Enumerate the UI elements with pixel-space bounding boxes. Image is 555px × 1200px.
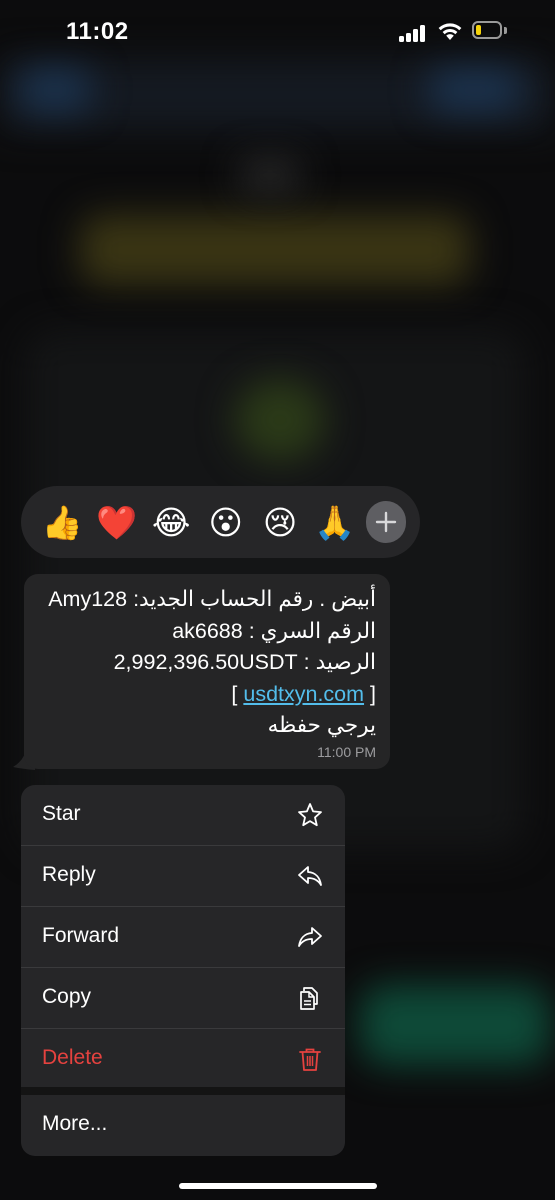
bracket-close: ] <box>364 681 376 706</box>
status-bar: 11:02 <box>0 0 555 66</box>
message-line-link: [ usdtxyn.com ] <box>36 679 376 711</box>
add-reaction-button[interactable] <box>365 501 406 543</box>
reaction-thumbs-up[interactable]: 👍 <box>35 494 89 550</box>
message-line-password: الرقم السري : ak6688 <box>172 618 376 643</box>
menu-item-label: Copy <box>42 985 92 1008</box>
menu-item-label: Delete <box>42 1046 103 1069</box>
message-text: أبيض . رقم الحساب الجديد: Amy128 الرقم ا… <box>36 584 376 742</box>
battery-icon <box>472 21 508 41</box>
reply-icon <box>298 866 322 886</box>
trash-icon <box>299 1048 321 1071</box>
status-time: 11:02 <box>66 18 129 45</box>
menu-item-copy[interactable]: Copy <box>21 968 345 1028</box>
menu-item-label: Forward <box>42 924 120 947</box>
message-line-note: يرجي حفظه <box>267 713 376 737</box>
forward-icon <box>298 927 322 947</box>
reaction-heart[interactable]: ❤️ <box>89 494 143 550</box>
message-line-account: أبيض . رقم الحساب الجديد: Amy128 <box>48 587 376 611</box>
menu-item-forward[interactable]: Forward <box>21 907 345 967</box>
message-context-menu: Star Reply Forward Copy Delete More... <box>21 785 345 1156</box>
menu-item-delete[interactable]: Delete <box>21 1029 345 1089</box>
menu-item-label: Reply <box>42 863 96 886</box>
reaction-praying-hands[interactable]: 🙏 <box>307 494 361 550</box>
message-timestamp: 11:00 PM <box>317 744 376 760</box>
bracket-open: [ <box>231 681 244 706</box>
copy-icon <box>300 987 318 1010</box>
message-line-balance: الرصيد : 2,992,396.50USDT <box>113 650 376 674</box>
menu-item-label: Star <box>42 802 81 825</box>
message-link[interactable]: usdtxyn.com <box>243 682 364 706</box>
menu-section-gap <box>21 1087 345 1095</box>
reaction-bar: 👍 ❤️ 😂 😮 😢 🙏 <box>21 486 420 558</box>
star-icon <box>298 803 322 827</box>
cellular-signal-icon <box>399 24 429 42</box>
menu-item-star[interactable]: Star <box>21 785 345 845</box>
home-indicator[interactable] <box>179 1183 377 1189</box>
reaction-surprised[interactable]: 😮 <box>198 494 252 550</box>
wifi-icon <box>437 21 463 41</box>
menu-item-reply[interactable]: Reply <box>21 846 345 906</box>
menu-item-label: More... <box>42 1112 108 1135</box>
plus-icon <box>375 511 397 533</box>
message-bubble[interactable]: أبيض . رقم الحساب الجديد: Amy128 الرقم ا… <box>24 574 390 769</box>
reaction-crying[interactable]: 😢 <box>253 494 307 550</box>
menu-item-more[interactable]: More... <box>21 1095 345 1155</box>
reaction-laughing[interactable]: 😂 <box>144 494 198 550</box>
